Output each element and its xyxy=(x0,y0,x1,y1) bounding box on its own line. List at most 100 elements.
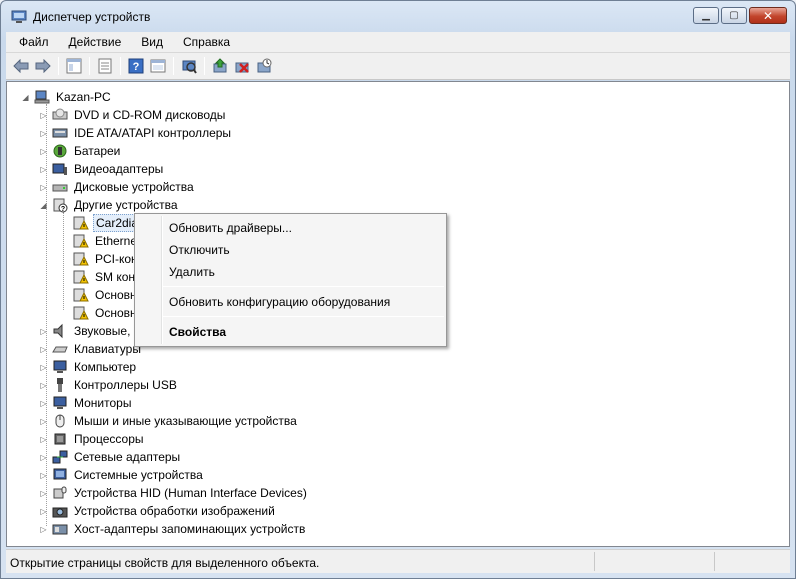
properties-button[interactable] xyxy=(94,56,116,76)
toolbar-separator xyxy=(173,57,174,75)
expand-arrow-icon[interactable]: ▷ xyxy=(39,489,48,498)
scan-hardware-button[interactable] xyxy=(178,56,200,76)
tree-item-monitors[interactable]: ▷ Мониторы xyxy=(39,394,133,412)
expand-arrow-icon[interactable]: ▷ xyxy=(39,165,48,174)
tree-subitem-label: Etherne xyxy=(95,234,138,248)
tree-subitem[interactable]: PCI-кон xyxy=(73,250,140,268)
tree-subitem-selected[interactable]: Car2dia xyxy=(73,214,142,232)
monitor-icon xyxy=(53,360,67,373)
tree-item-ide[interactable]: ▷ IDE ATA/ATAPI контроллеры xyxy=(39,124,233,142)
expand-arrow-icon[interactable]: ▷ xyxy=(39,417,48,426)
tree-root-label: Kazan-PC xyxy=(56,90,111,104)
tree-item-storage[interactable]: ▷ Хост-адаптеры запоминающих устройств xyxy=(39,520,307,538)
expand-arrow-icon[interactable]: ▷ xyxy=(39,507,48,516)
back-button[interactable] xyxy=(10,56,32,76)
disable-icon xyxy=(257,58,272,73)
tree-item-processors[interactable]: ▷ Процессоры xyxy=(39,430,146,448)
menu-bar: Файл Действие Вид Справка xyxy=(6,32,790,53)
forward-button[interactable] xyxy=(32,56,54,76)
expand-arrow-icon[interactable]: ▷ xyxy=(39,147,48,156)
menu-file[interactable]: Файл xyxy=(6,35,56,49)
context-uninstall[interactable]: Удалить xyxy=(169,265,215,279)
tree-item-mice[interactable]: ▷ Мыши и иные указывающие устройства xyxy=(39,412,299,430)
tree-item-video[interactable]: ▷ Видеоадаптеры xyxy=(39,160,165,178)
tree-item-computer[interactable]: ▷ Компьютер xyxy=(39,358,138,376)
context-scan-hardware[interactable]: Обновить конфигурацию оборудования xyxy=(169,295,390,309)
tree-item-network[interactable]: ▷ Сетевые адаптеры xyxy=(39,448,182,466)
collapse-arrow-icon[interactable]: ◢ xyxy=(21,93,30,102)
context-update-drivers[interactable]: Обновить драйверы... xyxy=(169,221,292,235)
expand-arrow-icon[interactable]: ▷ xyxy=(39,129,48,138)
tree-root[interactable]: ◢ Kazan-PC xyxy=(21,88,113,106)
title-bar[interactable]: Диспетчер устройств ▁ ▢ ✕ xyxy=(1,1,795,31)
tree-subitem[interactable]: Основн xyxy=(73,286,139,304)
update-driver-button[interactable] xyxy=(209,56,231,76)
expand-arrow-icon[interactable]: ▷ xyxy=(39,111,48,120)
tree-subitem[interactable]: Основн xyxy=(73,304,139,322)
device-manager-icon xyxy=(11,10,27,23)
tree-item-hid[interactable]: ▷ Устройства HID (Human Interface Device… xyxy=(39,484,309,502)
context-properties[interactable]: Свойства xyxy=(169,325,226,339)
tree-subitem[interactable]: SM конт xyxy=(73,268,143,286)
help-button[interactable]: ? xyxy=(125,56,147,76)
tree-item-batteries[interactable]: ▷ Батареи xyxy=(39,142,122,160)
processor-icon xyxy=(54,433,66,445)
disable-button[interactable] xyxy=(253,56,275,76)
context-separator xyxy=(163,286,444,287)
expand-arrow-icon[interactable]: ▷ xyxy=(39,453,48,462)
uninstall-button[interactable] xyxy=(231,56,253,76)
view-button[interactable] xyxy=(147,56,169,76)
status-bar: Открытие страницы свойств для выделенног… xyxy=(6,549,790,573)
tree-item-disk[interactable]: ▷ Дисковые устройства xyxy=(39,178,196,196)
view-icon xyxy=(150,59,166,73)
menu-view[interactable]: Вид xyxy=(128,35,170,49)
tree-item-label: Клавиатуры xyxy=(74,342,141,356)
tree-item-keyboards[interactable]: ▷ Клавиатуры xyxy=(39,340,143,358)
expand-arrow-icon[interactable]: ▷ xyxy=(39,345,48,354)
context-separator xyxy=(163,316,444,317)
tree-item-system[interactable]: ▷ Системные устройства xyxy=(39,466,205,484)
tree-item-label: Дисковые устройства xyxy=(74,180,194,194)
tree-subitem[interactable]: Etherne xyxy=(73,232,139,250)
battery-icon xyxy=(53,144,67,158)
expand-arrow-icon[interactable]: ▷ xyxy=(39,525,48,534)
show-hide-tree-button[interactable] xyxy=(63,56,85,76)
back-arrow-icon xyxy=(13,59,29,73)
expand-arrow-icon[interactable]: ▷ xyxy=(39,435,48,444)
expand-arrow-icon[interactable]: ▷ xyxy=(39,327,48,336)
close-button[interactable]: ✕ xyxy=(749,7,787,24)
device-tree-panel[interactable]: ◢ Kazan-PC ▷ DVD и CD-ROM дисководы ▷ ID… xyxy=(6,81,790,547)
menu-help[interactable]: Справка xyxy=(170,35,237,49)
tree-item-dvd[interactable]: ▷ DVD и CD-ROM дисководы xyxy=(39,106,227,124)
tree-item-label: Видеоадаптеры xyxy=(74,162,164,176)
expand-arrow-icon[interactable]: ▷ xyxy=(39,399,48,408)
tree-item-other[interactable]: ◢ ? Другие устройства xyxy=(39,196,180,214)
expand-arrow-icon[interactable]: ▷ xyxy=(39,471,48,480)
unknown-device-icon: ? xyxy=(53,198,68,213)
menu-action[interactable]: Действие xyxy=(56,35,129,49)
tree-item-label: Мыши и иные указывающие устройства xyxy=(74,414,297,428)
warning-device-icon xyxy=(73,306,89,320)
tree-item-label: Звуковые, xyxy=(74,324,131,338)
tree-item-label: DVD и CD-ROM дисководы xyxy=(74,108,226,122)
warning-device-icon xyxy=(73,270,89,284)
toolbar-separator xyxy=(58,57,59,75)
status-pane-divider xyxy=(594,552,595,571)
tree-item-label: IDE ATA/ATAPI контроллеры xyxy=(74,126,232,140)
tree-item-usb[interactable]: ▷ Контроллеры USB xyxy=(39,376,179,394)
tree-item-sound[interactable]: ▷ Звуковые, xyxy=(39,322,132,340)
minimize-button[interactable]: ▁ xyxy=(693,7,719,24)
mouse-icon xyxy=(55,414,65,428)
collapse-arrow-icon[interactable]: ◢ xyxy=(39,201,48,210)
expand-arrow-icon[interactable]: ▷ xyxy=(39,363,48,372)
toolbar-separator xyxy=(120,57,121,75)
maximize-button[interactable]: ▢ xyxy=(721,7,747,24)
expand-arrow-icon[interactable]: ▷ xyxy=(39,381,48,390)
tree-item-imaging[interactable]: ▷ Устройства обработки изображений xyxy=(39,502,277,520)
display-adapter-icon xyxy=(52,163,67,175)
tree-item-label: Сетевые адаптеры xyxy=(74,450,181,464)
expand-arrow-icon[interactable]: ▷ xyxy=(39,183,48,192)
context-disable[interactable]: Отключить xyxy=(169,243,230,257)
warning-device-icon xyxy=(73,252,89,266)
warning-device-icon xyxy=(73,234,89,248)
